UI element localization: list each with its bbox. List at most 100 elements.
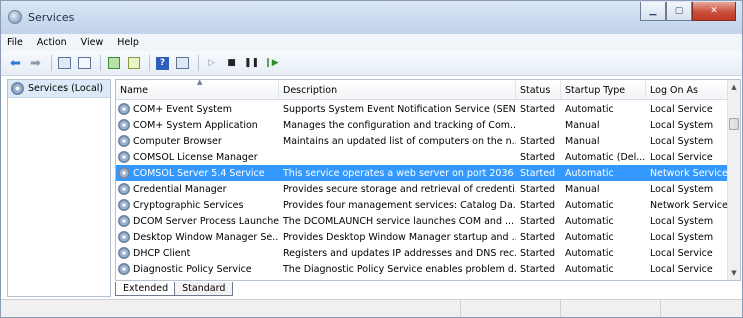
- column-header-label: Name: [120, 84, 149, 96]
- back-button[interactable]: ⬅: [7, 55, 24, 72]
- minimize-icon: ▁: [649, 6, 657, 16]
- service-name: Desktop Window Manager Se...: [133, 231, 279, 243]
- services-window: Services ▁ ▢ ✕ File Action View Help ⬅ ➡…: [0, 0, 743, 318]
- service-gear-icon: [118, 247, 130, 259]
- services-list-pane: ▲ Name Description Status Startup Type L…: [115, 79, 741, 281]
- forward-icon: ➡: [30, 55, 41, 71]
- service-name: Cryptographic Services: [133, 199, 244, 211]
- service-name: COMSOL Server 5.4 Service: [133, 167, 265, 179]
- close-icon: ✕: [710, 6, 718, 16]
- maximize-button[interactable]: ▢: [666, 2, 692, 21]
- tab-extended[interactable]: Extended: [115, 282, 177, 296]
- tab-standard[interactable]: Standard: [174, 282, 234, 296]
- vertical-scrollbar[interactable]: ▲ ▼: [727, 80, 740, 280]
- tree-node-services-local[interactable]: Services (Local): [8, 80, 110, 98]
- service-status: Started: [520, 263, 556, 275]
- table-row[interactable]: Computer Browser Maintains an updated lis…: [116, 133, 728, 149]
- service-name-cell: Cryptographic Services: [116, 199, 279, 211]
- properties-button[interactable]: [76, 55, 93, 72]
- service-name-cell: Diagnostic Policy Service: [116, 263, 279, 275]
- service-name-cell: COMSOL Server 5.4 Service: [116, 167, 279, 179]
- show-action-pane-icon: [176, 57, 189, 69]
- service-name-cell: DCOM Server Process Launcher: [116, 215, 279, 227]
- column-header-log-on-as[interactable]: Log On As: [646, 80, 728, 100]
- menu-view[interactable]: View: [81, 37, 104, 48]
- service-startup-type: Manual: [565, 183, 600, 195]
- service-description: Registers and updates IP addresses and D…: [283, 247, 516, 259]
- minimize-button[interactable]: ▁: [640, 2, 666, 21]
- service-status: Started: [520, 151, 556, 163]
- menu-help[interactable]: Help: [117, 37, 139, 48]
- table-row[interactable]: DHCP Client Registers and updates IP addr…: [116, 245, 728, 261]
- table-row[interactable]: COMSOL Server 5.4 Service This service op…: [116, 165, 728, 181]
- service-gear-icon: [118, 231, 130, 243]
- close-button[interactable]: ✕: [692, 2, 736, 21]
- window-controls: ▁ ▢ ✕: [640, 2, 736, 21]
- table-row[interactable]: Diagnostic Policy Service The Diagnostic …: [116, 261, 728, 277]
- service-status: Started: [520, 167, 556, 179]
- service-name: Computer Browser: [133, 135, 222, 147]
- refresh-button[interactable]: [105, 55, 122, 72]
- scrollbar-thumb[interactable]: [729, 118, 739, 130]
- status-bar: [1, 299, 742, 317]
- properties-icon: [78, 57, 91, 69]
- service-status: Started: [520, 135, 556, 147]
- column-header-startup-type[interactable]: Startup Type: [561, 80, 646, 100]
- export-list-icon: [127, 57, 140, 69]
- table-row[interactable]: Cryptographic Services Provides four mana…: [116, 197, 728, 213]
- export-list-button[interactable]: [125, 55, 142, 72]
- service-name: Diagnostic Policy Service: [133, 263, 252, 275]
- show-action-pane-button[interactable]: [174, 55, 191, 72]
- service-name: COMSOL License Manager: [133, 151, 258, 163]
- service-startup-type: Automatic: [565, 167, 614, 179]
- service-log-on-as: Local System: [650, 135, 714, 147]
- service-gear-icon: [118, 263, 130, 275]
- column-header-status[interactable]: Status: [516, 80, 561, 100]
- service-status: Started: [520, 199, 556, 211]
- menu-action[interactable]: Action: [37, 37, 67, 48]
- start-service-button[interactable]: ▷: [203, 55, 220, 72]
- service-startup-type: Automatic: [565, 231, 614, 243]
- column-header-row: ▲ Name Description Status Startup Type L…: [116, 80, 728, 100]
- toolbar: ⬅ ➡ ? ▷ ■ ❚❚ ❙▶: [1, 51, 742, 76]
- help-icon: ?: [156, 56, 169, 70]
- column-header-label: Startup Type: [565, 84, 626, 96]
- column-header-label: Description: [283, 84, 338, 96]
- scroll-up-icon[interactable]: ▲: [728, 80, 740, 94]
- service-log-on-as: Network Service: [650, 167, 728, 179]
- service-name-cell: COM+ Event System: [116, 103, 279, 115]
- title-bar[interactable]: Services ▁ ▢ ✕: [1, 1, 742, 34]
- column-header-name[interactable]: ▲ Name: [116, 80, 279, 100]
- forward-button[interactable]: ➡: [27, 55, 44, 72]
- column-header-label: Status: [520, 84, 551, 96]
- service-gear-icon: [118, 135, 130, 147]
- service-name-cell: DHCP Client: [116, 247, 279, 259]
- service-name: COM+ System Application: [133, 119, 258, 131]
- table-row[interactable]: COM+ System Application Manages the confi…: [116, 117, 728, 133]
- refresh-icon: [107, 57, 120, 69]
- status-segment: [461, 300, 561, 317]
- help-button[interactable]: ?: [154, 55, 171, 72]
- services-gear-icon: [8, 10, 22, 24]
- table-row[interactable]: Desktop Window Manager Se... Provides Des…: [116, 229, 728, 245]
- resume-service-button[interactable]: ❙▶: [263, 55, 280, 72]
- service-startup-type: Automatic: [565, 199, 614, 211]
- show-hide-tree-button[interactable]: [56, 55, 73, 72]
- service-startup-type: Automatic (Del...: [565, 151, 646, 163]
- menu-file[interactable]: File: [7, 37, 23, 48]
- service-description: The DCOMLAUNCH service launches COM and …: [283, 215, 515, 227]
- service-log-on-as: Local Service: [650, 103, 713, 115]
- stop-service-button[interactable]: ■: [223, 55, 240, 72]
- table-row[interactable]: COM+ Event System Supports System Event N…: [116, 101, 728, 117]
- column-header-description[interactable]: Description: [279, 80, 516, 100]
- pause-service-button[interactable]: ❚❚: [243, 55, 260, 72]
- service-description: Manages the configuration and tracking o…: [283, 119, 516, 131]
- service-startup-type: Automatic: [565, 103, 614, 115]
- table-row[interactable]: Credential Manager Provides secure storag…: [116, 181, 728, 197]
- table-row[interactable]: DCOM Server Process Launcher The DCOMLAUN…: [116, 213, 728, 229]
- scroll-down-icon[interactable]: ▼: [728, 266, 740, 280]
- table-row[interactable]: COMSOL License Manager Started Automatic (…: [116, 149, 728, 165]
- service-startup-type: Manual: [565, 119, 600, 131]
- service-startup-type: Automatic: [565, 215, 614, 227]
- service-log-on-as: Local System: [650, 215, 714, 227]
